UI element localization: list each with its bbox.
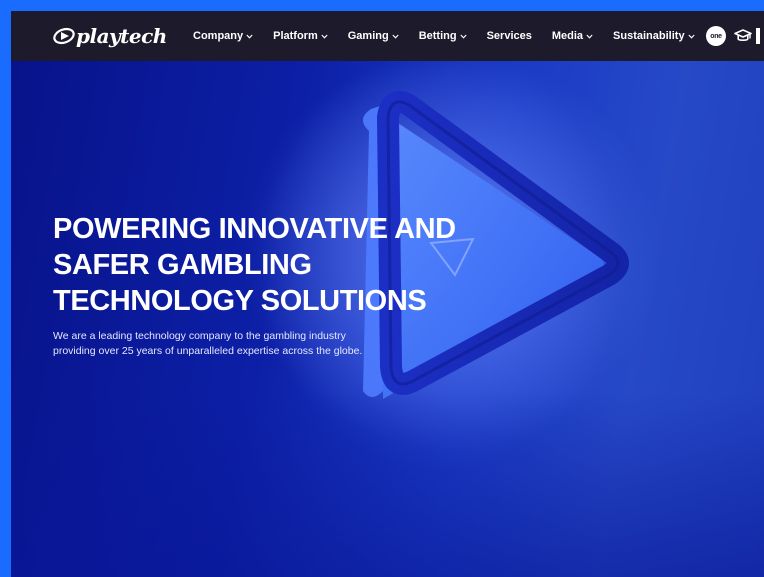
nav-item-company[interactable]: Company <box>193 30 253 42</box>
nav-item-media[interactable]: Media <box>552 30 593 42</box>
nav-item-label: Services <box>486 30 532 42</box>
browser-viewport: playtech Company Platform Gaming Betting… <box>11 11 764 577</box>
nav-item-gaming[interactable]: Gaming <box>348 30 399 42</box>
nav-item-label: Platform <box>273 30 318 42</box>
logo-text: playtech <box>76 24 167 48</box>
chevron-down-icon <box>321 34 328 39</box>
one-badge-button[interactable]: one <box>706 26 726 46</box>
cropped-nav-icon <box>756 28 760 44</box>
playtech-logo-mark-icon <box>53 27 75 45</box>
hero-bottom-shade <box>11 391 764 577</box>
nav-item-label: Betting <box>418 30 457 42</box>
hero-headline-line-3: TECHNOLOGY SOLUTIONS <box>53 285 427 317</box>
chevron-down-icon <box>392 34 399 39</box>
chevron-down-icon <box>586 34 593 39</box>
hero-headline-line-1: POWERING INNOVATIVE AND <box>53 213 456 245</box>
chevron-down-icon <box>687 34 695 39</box>
nav-item-label: Media <box>551 30 584 42</box>
main-nav-menu: Company Platform Gaming Betting Services… <box>193 11 715 61</box>
nav-item-betting[interactable]: Betting <box>419 30 467 42</box>
graduation-cap-icon[interactable] <box>734 28 752 44</box>
playtech-logo[interactable]: playtech <box>53 24 167 48</box>
hero-subtext: We are a leading technology company to t… <box>53 330 363 357</box>
hero-section: POWERING INNOVATIVE AND SAFER GAMBLING T… <box>11 61 764 577</box>
chevron-down-icon <box>459 34 467 39</box>
hero-headline: POWERING INNOVATIVE AND SAFER GAMBLING T… <box>53 211 523 319</box>
chevron-down-icon <box>246 34 253 39</box>
nav-item-platform[interactable]: Platform <box>273 30 328 42</box>
hero-headline-line-2: SAFER GAMBLING <box>53 249 312 281</box>
top-navbar: playtech Company Platform Gaming Betting… <box>11 11 764 61</box>
nav-right-tools: one <box>706 26 760 46</box>
nav-item-services[interactable]: Services <box>487 30 532 42</box>
one-badge-label: one <box>710 32 722 40</box>
nav-item-label: Gaming <box>347 30 389 42</box>
nav-item-label: Company <box>193 30 244 42</box>
nav-item-sustainability[interactable]: Sustainability <box>613 30 695 42</box>
nav-item-label: Sustainability <box>613 30 685 42</box>
